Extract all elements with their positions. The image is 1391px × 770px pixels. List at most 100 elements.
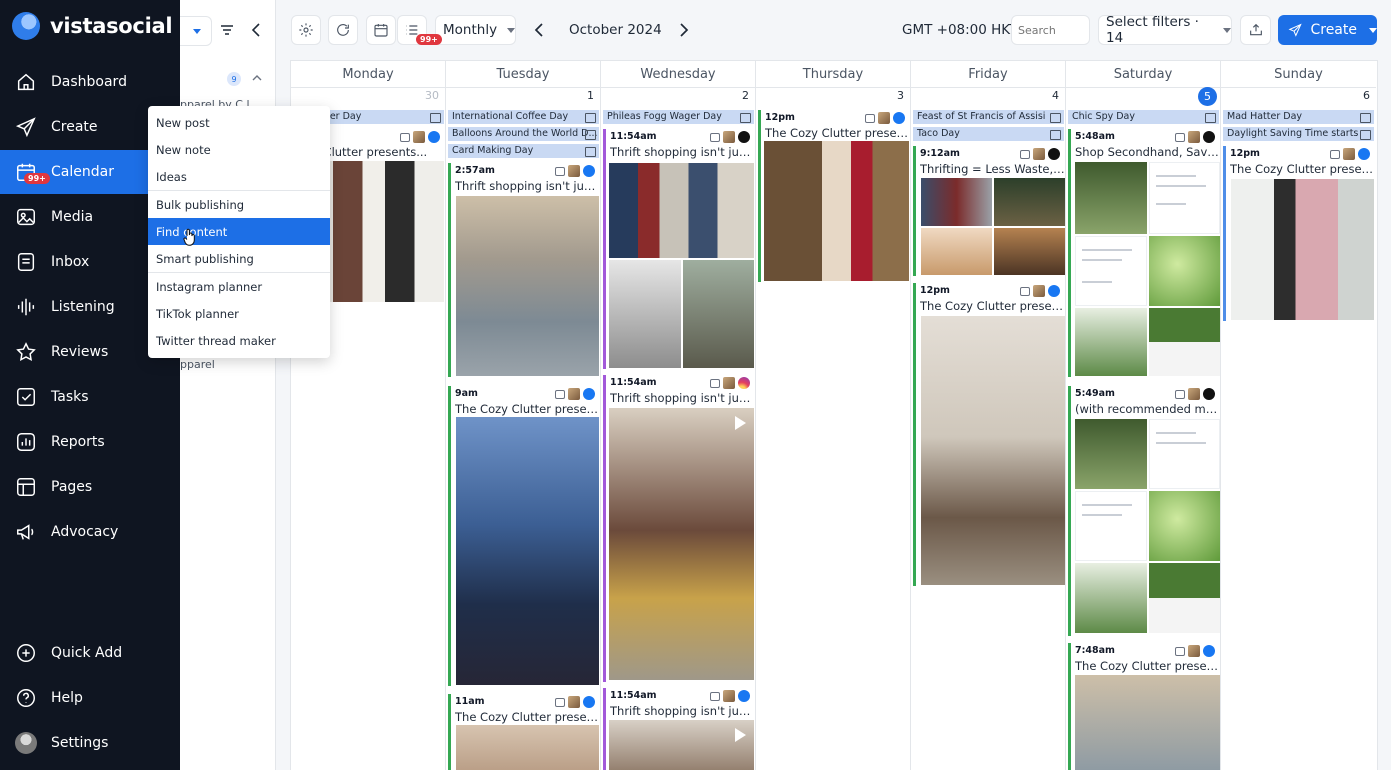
calendar-grid-icon [374, 24, 388, 37]
calendar-icon: 99+ [15, 161, 50, 184]
post-card[interactable]: 5:49am (with recommended mus... [1068, 386, 1220, 636]
post-video [609, 720, 754, 770]
camera-icon [1175, 646, 1185, 656]
menu-item-smart-publishing[interactable]: Smart publishing [148, 245, 330, 272]
post-card[interactable]: 11:54am Thrift shopping isn't just a... [603, 129, 755, 369]
post-network-icons [710, 690, 750, 702]
post-card[interactable]: 9:12am Thrifting = Less Waste, Mo... [913, 146, 1065, 276]
profile-group-dropdown[interactable] [180, 16, 212, 46]
post-card[interactable]: 2:57am Thrift shopping isn't just a... [448, 163, 600, 377]
calendar-settings-button[interactable] [291, 15, 321, 45]
post-image [994, 228, 1065, 275]
calendar-view-button[interactable] [366, 15, 396, 45]
post-image [609, 260, 681, 368]
holiday-label[interactable]: Phileas Fogg Wager Day [603, 110, 754, 124]
checkbox-icon [15, 386, 37, 408]
menu-item-new-post[interactable]: New post [148, 109, 330, 136]
layers-icon [555, 389, 565, 399]
facebook-icon [428, 131, 440, 143]
menu-item-find-content[interactable]: Find content [148, 218, 330, 245]
sidebar-item-quick-add[interactable]: Quick Add [0, 631, 180, 675]
profile-avatar [878, 112, 890, 124]
holiday-label[interactable]: Chic Spy Day [1068, 110, 1219, 124]
post-network-icons [710, 377, 750, 389]
sidebar-item-advocacy[interactable]: Advocacy [0, 510, 180, 554]
post-image [683, 260, 754, 368]
view-mode-select[interactable]: Monthly [435, 15, 516, 45]
post-title: The Cozy Clutter presents... [920, 299, 1065, 313]
calendar-badge: 99+ [24, 173, 50, 184]
filter-icon[interactable] [220, 24, 234, 39]
post-card[interactable]: 12pm The Cozy Clutter presents... [913, 283, 1065, 586]
sidebar-item-pages[interactable]: Pages [0, 465, 180, 509]
chart-icon [15, 431, 37, 453]
menu-item-bulk-publishing[interactable]: Bulk publishing [148, 191, 330, 218]
collapse-panel-icon[interactable] [251, 22, 261, 41]
facebook-icon [583, 388, 595, 400]
prev-month-button[interactable] [534, 15, 544, 45]
holiday-label[interactable]: Card Making Day [448, 144, 599, 158]
profile-group-label[interactable]: pparel [180, 358, 215, 371]
sidebar-item-settings[interactable]: Settings [0, 721, 180, 765]
chevron-up-icon[interactable] [252, 72, 262, 85]
sidebar-item-label: Quick Add [51, 645, 123, 661]
filters-select[interactable]: Select filters · 14 [1098, 14, 1232, 46]
post-card[interactable]: 7:48am The Cozy Clutter presents... [1068, 643, 1220, 770]
post-image [921, 178, 992, 226]
post-time: 9am [455, 388, 478, 399]
refresh-button[interactable] [328, 15, 358, 45]
post-card[interactable]: 12pm The Cozy Clutter presents... [1223, 146, 1375, 321]
gear-icon [299, 23, 313, 37]
holiday-label[interactable]: International Coffee Day [448, 110, 599, 124]
holiday-label[interactable]: Daylight Saving Time starts [1223, 127, 1374, 141]
post-card[interactable]: 11:54am Thrift shopping isn't just a... [603, 688, 755, 770]
post-image [1075, 308, 1147, 376]
share-calendar-button[interactable] [1240, 15, 1271, 45]
holiday-label[interactable]: Feast of St Francis of Assisi [913, 110, 1064, 124]
holiday-label[interactable]: Taco Day [913, 127, 1064, 141]
facebook-icon [583, 165, 595, 177]
menu-item-ideas[interactable]: Ideas [148, 163, 330, 190]
profile-avatar [723, 377, 735, 389]
menu-item-instagram-planner[interactable]: Instagram planner [148, 273, 330, 300]
plus-circle-icon [15, 642, 37, 664]
post-image [1149, 563, 1220, 633]
profile-avatar [1033, 285, 1045, 297]
sidebar-item-tasks[interactable]: Tasks [0, 375, 180, 419]
sidebar-item-dashboard[interactable]: Dashboard [0, 60, 180, 104]
holiday-label[interactable]: Balloons Around the World D... [448, 127, 599, 141]
day-header: Sunday [1221, 61, 1376, 88]
day-number: 6 [1363, 89, 1370, 102]
post-network-icons [710, 131, 750, 143]
search-input[interactable] [1011, 15, 1090, 45]
menu-item-new-note[interactable]: New note [148, 136, 330, 163]
next-month-button[interactable] [679, 15, 689, 45]
post-image [1075, 563, 1147, 633]
gallery-icon [1175, 132, 1185, 142]
menu-item-tiktok-planner[interactable]: TikTok planner [148, 300, 330, 327]
day-number: 2 [742, 89, 749, 102]
post-card[interactable]: 11:54am Thrift shopping isn't just a... [603, 375, 755, 682]
day-number: 1 [587, 89, 594, 102]
sidebar-item-label: Pages [51, 479, 93, 495]
sidebar-item-help[interactable]: Help [0, 676, 180, 720]
post-network-icons [555, 388, 595, 400]
sidebar-item-label: Inbox [51, 254, 90, 270]
post-title: Thrifting = Less Waste, Mo... [920, 162, 1065, 176]
day-number-today: 5 [1198, 87, 1217, 106]
post-card[interactable]: 5:48am Shop Secondhand, Save t... [1068, 129, 1220, 377]
menu-item-twitter-thread-maker[interactable]: Twitter thread maker [148, 327, 330, 354]
layers-icon [400, 132, 410, 142]
timezone-selector[interactable]: GMT +08:00 HKT [902, 15, 1017, 45]
create-button[interactable]: Create [1278, 15, 1377, 45]
sidebar-item-reports[interactable]: Reports [0, 420, 180, 464]
post-card[interactable]: 11am The Cozy Clutter presents... [448, 694, 600, 770]
gallery-icon [1020, 149, 1030, 159]
post-card[interactable]: 9am The Cozy Clutter presents... [448, 386, 600, 686]
refresh-icon [337, 24, 349, 36]
holiday-label[interactable]: Mad Hatter Day [1223, 110, 1374, 124]
post-card[interactable]: 12pm The Cozy Clutter presents... [758, 110, 910, 282]
post-time: 5:49am [1075, 388, 1115, 399]
brand[interactable]: vistasocial [12, 12, 173, 40]
share-icon [1249, 23, 1262, 36]
